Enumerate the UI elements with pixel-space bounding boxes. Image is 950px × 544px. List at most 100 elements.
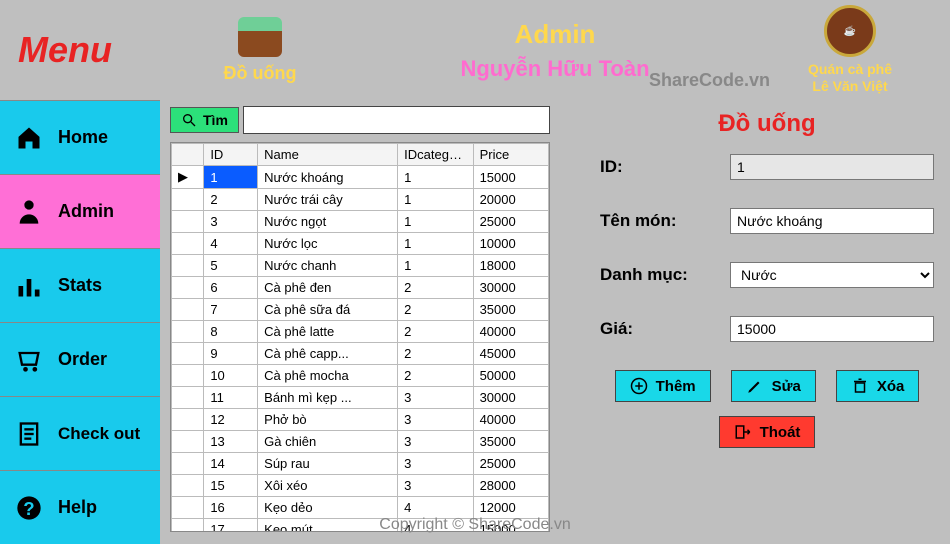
sidebar-item-help[interactable]: ? Help xyxy=(0,470,160,544)
row-selector[interactable] xyxy=(172,277,204,299)
search-input[interactable] xyxy=(243,106,550,134)
cell-category[interactable]: 2 xyxy=(398,343,473,365)
cell-price[interactable]: 35000 xyxy=(473,299,548,321)
cell-id[interactable]: 6 xyxy=(204,277,258,299)
col-price[interactable]: Price xyxy=(473,144,548,166)
row-selector[interactable] xyxy=(172,453,204,475)
cell-name[interactable]: Bánh mì kẹp ... xyxy=(258,387,398,409)
cell-name[interactable]: Cà phê latte xyxy=(258,321,398,343)
sidebar-item-home[interactable]: Home xyxy=(0,100,160,174)
cell-id[interactable]: 5 xyxy=(204,255,258,277)
table-row[interactable]: 11Bánh mì kẹp ...330000 xyxy=(172,387,549,409)
cell-price[interactable]: 25000 xyxy=(473,453,548,475)
cell-price[interactable]: 30000 xyxy=(473,277,548,299)
cell-category[interactable]: 2 xyxy=(398,365,473,387)
cell-id[interactable]: 9 xyxy=(204,343,258,365)
table-row[interactable]: 7Cà phê sữa đá235000 xyxy=(172,299,549,321)
cell-category[interactable]: 2 xyxy=(398,321,473,343)
table-row[interactable]: 4Nước lọc110000 xyxy=(172,233,549,255)
table-row[interactable]: 6Cà phê đen230000 xyxy=(172,277,549,299)
cell-id[interactable]: 2 xyxy=(204,189,258,211)
sidebar-item-order[interactable]: Order xyxy=(0,322,160,396)
cell-id[interactable]: 15 xyxy=(204,475,258,497)
cell-name[interactable]: Cà phê capp... xyxy=(258,343,398,365)
cell-price[interactable]: 28000 xyxy=(473,475,548,497)
cell-name[interactable]: Nước khoáng xyxy=(258,166,398,189)
cell-price[interactable]: 40000 xyxy=(473,409,548,431)
row-selector[interactable] xyxy=(172,365,204,387)
price-field[interactable] xyxy=(730,316,934,342)
cell-id[interactable]: 8 xyxy=(204,321,258,343)
cell-name[interactable]: Xôi xéo xyxy=(258,475,398,497)
table-row[interactable]: 10Cà phê mocha250000 xyxy=(172,365,549,387)
cell-price[interactable]: 10000 xyxy=(473,233,548,255)
cell-name[interactable]: Phở bò xyxy=(258,409,398,431)
table-row[interactable]: 9Cà phê capp...245000 xyxy=(172,343,549,365)
table-row[interactable]: ▶1Nước khoáng115000 xyxy=(172,166,549,189)
name-field[interactable] xyxy=(730,208,934,234)
edit-button[interactable]: Sửa xyxy=(731,370,816,402)
cell-category[interactable]: 3 xyxy=(398,475,473,497)
col-idcategory[interactable]: IDcategory xyxy=(398,144,473,166)
cell-price[interactable]: 15000 xyxy=(473,166,548,189)
cell-category[interactable]: 2 xyxy=(398,299,473,321)
cell-category[interactable]: 1 xyxy=(398,233,473,255)
sidebar-item-checkout[interactable]: Check out xyxy=(0,396,160,470)
cell-id[interactable]: 16 xyxy=(204,497,258,519)
table-row[interactable]: 3Nước ngọt125000 xyxy=(172,211,549,233)
cell-name[interactable]: Nước ngọt xyxy=(258,211,398,233)
cell-name[interactable]: Kẹo dẻo xyxy=(258,497,398,519)
cell-name[interactable]: Cà phê mocha xyxy=(258,365,398,387)
data-grid[interactable]: ID Name IDcategory Price ▶1Nước khoáng11… xyxy=(170,142,550,532)
cell-price[interactable]: 45000 xyxy=(473,343,548,365)
cell-price[interactable]: 25000 xyxy=(473,211,548,233)
cell-id[interactable]: 10 xyxy=(204,365,258,387)
table-row[interactable]: 2Nước trái cây120000 xyxy=(172,189,549,211)
cell-category[interactable]: 3 xyxy=(398,431,473,453)
cell-id[interactable]: 1 xyxy=(204,166,258,189)
search-button[interactable]: Tìm xyxy=(170,107,239,133)
cell-category[interactable]: 1 xyxy=(398,189,473,211)
row-selector[interactable] xyxy=(172,431,204,453)
cell-id[interactable]: 14 xyxy=(204,453,258,475)
cell-id[interactable]: 3 xyxy=(204,211,258,233)
row-selector[interactable] xyxy=(172,519,204,533)
cell-price[interactable]: 35000 xyxy=(473,431,548,453)
cell-category[interactable]: 1 xyxy=(398,166,473,189)
row-selector[interactable] xyxy=(172,211,204,233)
cell-id[interactable]: 12 xyxy=(204,409,258,431)
table-row[interactable]: 5Nước chanh118000 xyxy=(172,255,549,277)
cell-price[interactable]: 30000 xyxy=(473,387,548,409)
row-selector[interactable] xyxy=(172,321,204,343)
cell-name[interactable]: Súp rau xyxy=(258,453,398,475)
table-row[interactable]: 12Phở bò340000 xyxy=(172,409,549,431)
category-select[interactable]: Nước xyxy=(730,262,934,288)
cell-name[interactable]: Gà chiên xyxy=(258,431,398,453)
cell-category[interactable]: 1 xyxy=(398,255,473,277)
col-id[interactable]: ID xyxy=(204,144,258,166)
cell-category[interactable]: 2 xyxy=(398,277,473,299)
cell-price[interactable]: 20000 xyxy=(473,189,548,211)
exit-button[interactable]: Thoát xyxy=(719,416,816,448)
table-row[interactable]: 8Cà phê latte240000 xyxy=(172,321,549,343)
cell-price[interactable]: 18000 xyxy=(473,255,548,277)
row-selector[interactable] xyxy=(172,255,204,277)
row-selector[interactable]: ▶ xyxy=(172,166,204,189)
add-button[interactable]: Thêm xyxy=(615,370,711,402)
row-selector[interactable] xyxy=(172,387,204,409)
cell-id[interactable]: 4 xyxy=(204,233,258,255)
cell-name[interactable]: Cà phê đen xyxy=(258,277,398,299)
cell-category[interactable]: 3 xyxy=(398,409,473,431)
table-row[interactable]: 15Xôi xéo328000 xyxy=(172,475,549,497)
table-row[interactable]: 14Súp rau325000 xyxy=(172,453,549,475)
row-selector[interactable] xyxy=(172,189,204,211)
row-selector[interactable] xyxy=(172,497,204,519)
cell-name[interactable]: Kẹo mút xyxy=(258,519,398,533)
cell-name[interactable]: Nước lọc xyxy=(258,233,398,255)
row-selector[interactable] xyxy=(172,233,204,255)
col-name[interactable]: Name xyxy=(258,144,398,166)
cell-category[interactable]: 1 xyxy=(398,211,473,233)
row-selector[interactable] xyxy=(172,409,204,431)
table-row[interactable]: 13Gà chiên335000 xyxy=(172,431,549,453)
row-selector[interactable] xyxy=(172,299,204,321)
